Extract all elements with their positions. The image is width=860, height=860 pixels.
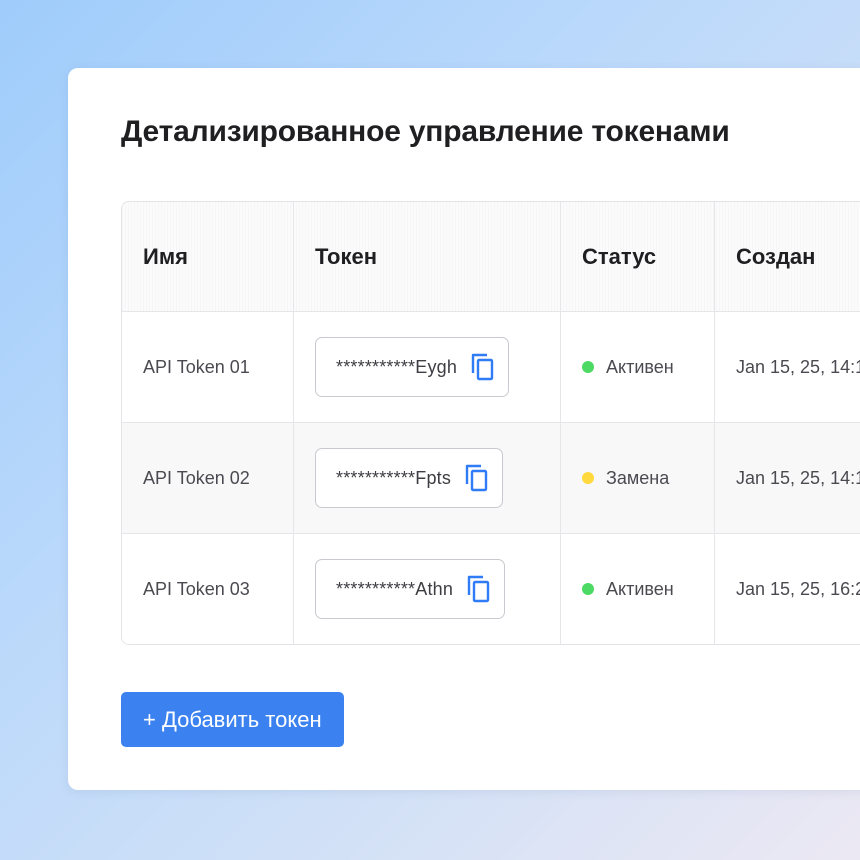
status-dot (582, 583, 594, 595)
created-date: Jan 15, 25, 14:10 (736, 356, 860, 377)
status-cell: Активен (560, 534, 714, 644)
created-date: Jan 15, 25, 14:15 (736, 467, 860, 488)
name-cell: API Token 03 (122, 534, 293, 644)
token-name: API Token 01 (143, 356, 250, 377)
table-row: API Token 02 ***********Fpts Замена Jan … (122, 423, 860, 534)
created-date: Jan 15, 25, 16:20 (736, 578, 860, 599)
table-row: API Token 03 ***********Athn Активен Jan… (122, 534, 860, 644)
token-copy-field[interactable]: ***********Eygh (315, 337, 510, 397)
name-cell: API Token 02 (122, 423, 293, 533)
table-row: API Token 01 ***********Eygh Активен Jan… (122, 312, 860, 423)
masked-token: ***********Fpts (336, 467, 452, 488)
column-header-name: Имя (143, 243, 188, 269)
column-header-token: Токен (293, 202, 560, 311)
token-copy-field[interactable]: ***********Fpts (315, 448, 504, 508)
status-cell: Активен (560, 312, 714, 422)
token-cell: ***********Fpts (293, 423, 560, 533)
status-label: Активен (606, 578, 674, 599)
copy-icon[interactable] (470, 352, 496, 382)
status-label: Замена (606, 467, 670, 488)
masked-token: ***********Athn (336, 578, 454, 599)
column-header-created: Создан (714, 202, 860, 311)
table-header-row: Имя Токен Статус Создан (122, 202, 860, 312)
copy-icon[interactable] (464, 463, 490, 493)
column-header-status: Статус (560, 202, 714, 311)
page-title: Детализированное управление токенами (121, 115, 730, 148)
masked-token: ***********Eygh (336, 356, 458, 377)
name-cell: API Token 01 (122, 312, 293, 422)
copy-icon[interactable] (466, 574, 492, 604)
status-dot (582, 361, 594, 373)
status-cell: Замена (560, 423, 714, 533)
token-management-card: Детализированное управление токенами Имя… (68, 68, 860, 790)
token-cell: ***********Eygh (293, 312, 560, 422)
token-name: API Token 03 (143, 578, 250, 599)
token-cell: ***********Athn (293, 534, 560, 644)
token-name: API Token 02 (143, 467, 250, 488)
token-copy-field[interactable]: ***********Athn (315, 559, 506, 619)
created-cell: Jan 15, 25, 14:15 (714, 423, 860, 533)
status-dot (582, 472, 594, 484)
tokens-table: Имя Токен Статус Создан API Token 01 ***… (121, 201, 860, 645)
status-label: Активен (606, 356, 674, 377)
created-cell: Jan 15, 25, 16:20 (714, 534, 860, 644)
add-token-button[interactable]: + Добавить токен (121, 692, 344, 747)
created-cell: Jan 15, 25, 14:10 (714, 312, 860, 422)
